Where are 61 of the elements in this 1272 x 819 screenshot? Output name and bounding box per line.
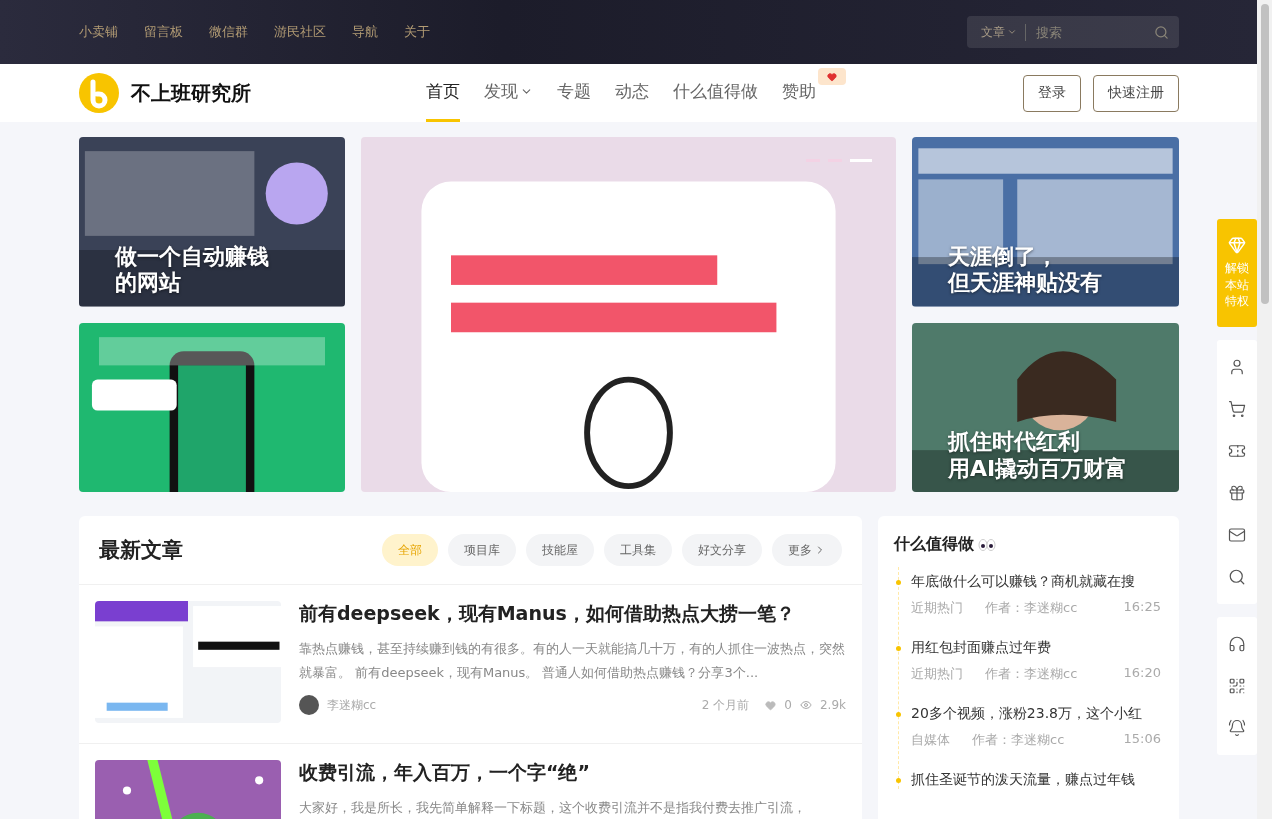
post-time: 15:06 (1123, 731, 1161, 748)
top-link[interactable]: 小卖铺 (79, 23, 118, 41)
top-link[interactable]: 微信群 (209, 23, 248, 41)
nav-tab[interactable]: 首页 (426, 64, 460, 122)
top-link[interactable]: 关于 (404, 23, 430, 41)
banner-title[interactable]: 做一个自动赚钱 (115, 243, 269, 271)
heart-icon (765, 699, 777, 711)
article-title[interactable]: 收费引流，年入百万，一个字“绝” (299, 760, 846, 786)
search-icon[interactable] (1154, 24, 1169, 40)
post-category: 近期热门 (911, 599, 963, 617)
filter-chip[interactable]: 技能屋 (526, 534, 594, 566)
post-category: 自媒体 (911, 731, 950, 749)
section-title: 最新文章 (99, 537, 184, 564)
timeline-dot (896, 580, 901, 585)
scrollbar[interactable] (1257, 0, 1272, 819)
avatar[interactable] (299, 695, 319, 715)
filter-chip[interactable]: 项目库 (448, 534, 516, 566)
post-category: 近期热门 (911, 665, 963, 683)
post-time: 2 个月前 (701, 696, 750, 714)
search-scope-select[interactable]: 文章 (981, 23, 1026, 41)
article-title[interactable]: 前有deepseek，现有Manus，如何借助热点大捞一笔？ (299, 601, 846, 627)
post-link[interactable]: 用红包封面赚点过年费 (911, 639, 1161, 657)
search-field[interactable]: 文章 搜索 (967, 16, 1179, 48)
filter-chip[interactable]: 更多 (772, 534, 842, 566)
nav-tab[interactable]: 动态 (615, 64, 649, 122)
site-name[interactable]: 不上班研究所 (131, 79, 251, 107)
timeline-dot (896, 646, 901, 651)
timeline-dot (896, 712, 901, 717)
eye-icon (799, 699, 812, 711)
auth-button[interactable]: 快速注册 (1093, 74, 1179, 112)
top-link[interactable]: 游民社区 (274, 23, 326, 41)
nav-tab[interactable]: 发现 (484, 64, 533, 122)
sidebar-title: 什么值得做 (894, 534, 974, 555)
post-author: 作者：李迷糊cc (985, 599, 1078, 617)
logo-icon (79, 73, 119, 113)
filter-chip[interactable]: 好文分享 (682, 534, 762, 566)
filter-chip[interactable]: 工具集 (604, 534, 672, 566)
top-link[interactable]: 留言板 (144, 23, 183, 41)
nav-tab[interactable]: 专题 (557, 64, 591, 122)
post-author: 作者：李迷糊cc (972, 731, 1065, 749)
article-excerpt: 靠热点赚钱，甚至持续赚到钱的有很多。有的人一天就能搞几十万，有的人抓住一波热点，突然就暴富。 前有deepseek，现有Manus。 普通人如何借助热点赚钱？分享3个... (299, 640, 846, 682)
post-link[interactable]: 抓住圣诞节的泼天流量，赚点过年钱 (911, 771, 1161, 789)
banner-title[interactable]: 抓住时代红利 (948, 429, 1128, 456)
eyes-icon (978, 538, 996, 551)
banner-title[interactable]: 但天涯神贴没有 (948, 270, 1102, 297)
view-count: 2.9k (819, 698, 846, 712)
top-link[interactable]: 导航 (352, 23, 378, 41)
nav-tab[interactable]: 什么值得做 (673, 64, 758, 122)
caret-icon (1007, 27, 1017, 37)
timeline-dot (896, 778, 901, 783)
post-link[interactable]: 20多个视频，涨粉23.8万，这个小红 (911, 705, 1161, 723)
post-author: 作者：李迷糊cc (985, 665, 1078, 683)
banner-title[interactable]: 的网站 (115, 270, 269, 297)
like-count: 0 (784, 698, 792, 712)
post-time: 16:20 (1123, 665, 1161, 682)
article-excerpt: 大家好，我是所长，我先简单解释一下标题，这个收费引流并不是指我付费去推广引流， (299, 799, 807, 817)
nav-tab[interactable]: 赞助 (782, 64, 816, 122)
auth-button[interactable]: 登录 (1023, 74, 1081, 112)
diamond-icon (1228, 235, 1246, 254)
post-link[interactable]: 年底做什么可以赚钱？商机就藏在搜 (911, 573, 1161, 591)
post-time: 16:25 (1123, 599, 1161, 616)
